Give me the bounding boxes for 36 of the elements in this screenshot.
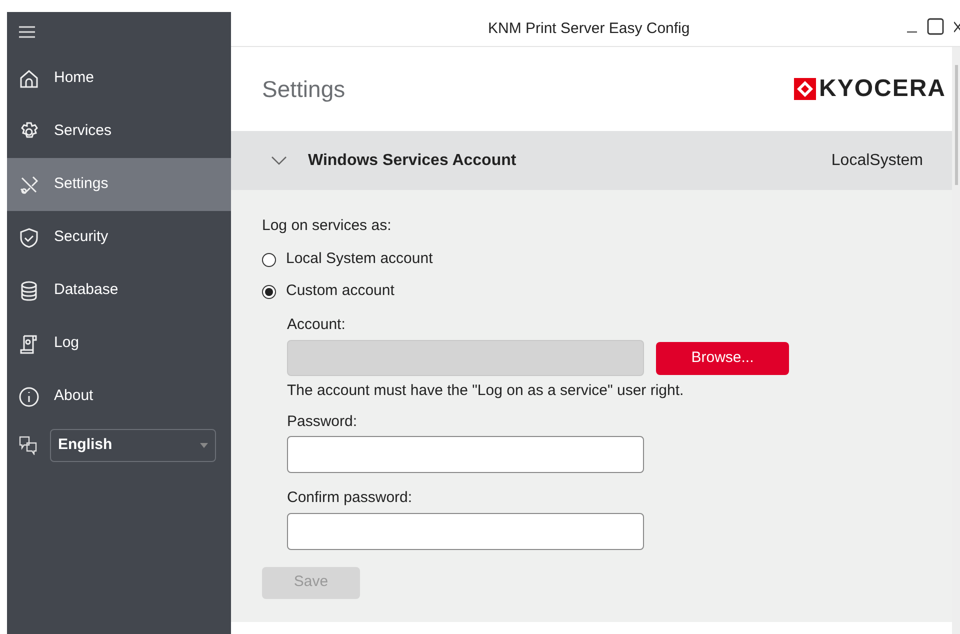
home-icon — [18, 68, 40, 90]
scrollbar[interactable] — [952, 47, 960, 634]
dropdown-caret-icon — [200, 442, 208, 448]
sidebar-item[interactable]: Settings — [7, 158, 231, 211]
sidebar-item[interactable]: About — [7, 370, 231, 423]
maximize-icon[interactable] — [927, 18, 944, 35]
menu-icon[interactable] — [17, 24, 37, 40]
scroll-icon — [18, 332, 40, 354]
field-label: Account: — [287, 314, 346, 334]
sidebar-item[interactable]: Security — [7, 211, 231, 264]
section-header[interactable]: Windows Services Account LocalSystem — [231, 131, 952, 190]
sidebar-item[interactable]: Home — [7, 52, 231, 105]
sidebar-item[interactable]: Log — [7, 317, 231, 370]
shield-check-icon — [18, 226, 40, 248]
language-dropdown[interactable]: English — [50, 428, 216, 462]
radio-button[interactable] — [262, 284, 276, 298]
radio-label: Local System account — [286, 249, 433, 270]
tools-icon — [18, 174, 40, 196]
page-title: Settings — [262, 74, 346, 104]
translate-icon — [18, 435, 38, 455]
note-text: The account must have the "Log on as a service" user right. — [287, 381, 685, 401]
password-field[interactable] — [287, 512, 644, 550]
kyocera-logo: KYOCERA — [794, 71, 946, 107]
password-field[interactable] — [287, 436, 644, 473]
chevron-icon — [271, 156, 287, 166]
prompt-label: Log on services as: — [262, 216, 392, 236]
field-label: Password: — [287, 412, 358, 432]
window-title: KNM Print Server Easy Config — [488, 18, 690, 39]
field-label: Confirm password: — [287, 488, 414, 508]
logo-mark-icon — [794, 78, 816, 100]
radio-button[interactable] — [262, 252, 276, 266]
radio-label: Custom account — [286, 281, 394, 302]
sidebar-item[interactable]: Services — [7, 105, 231, 158]
browse-button[interactable]: Browse... — [656, 342, 789, 374]
sidebar-item[interactable]: Database — [7, 264, 231, 317]
info-icon — [18, 386, 40, 408]
